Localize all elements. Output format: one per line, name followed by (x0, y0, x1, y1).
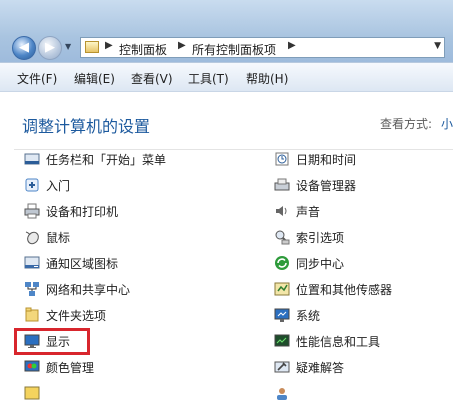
indexing-icon (274, 229, 290, 245)
item-label: 入门 (46, 178, 71, 193)
clock-icon (274, 151, 290, 167)
view-by-label: 查看方式: (380, 117, 433, 131)
item-date-time[interactable]: 日期和时间 (274, 149, 356, 169)
item-label: 性能信息和工具 (296, 334, 381, 349)
speaker-icon (274, 203, 290, 219)
item-devices-printers[interactable]: 设备和打印机 (24, 201, 118, 221)
window-title-bar: ◀ ▶ ▼ ▶ 控制面板 ▶ 所有控制面板项 ▶ ▼ (0, 0, 453, 62)
printer-icon (24, 203, 40, 219)
item-troubleshooting[interactable]: 疑难解答 (274, 357, 344, 377)
item-label: 日期和时间 (296, 152, 357, 167)
back-button[interactable]: ◀ (12, 36, 36, 60)
item-label: 声音 (296, 204, 321, 219)
getting-started-icon (24, 177, 40, 193)
address-bar[interactable]: ▶ 控制面板 ▶ 所有控制面板项 ▶ ▼ (80, 37, 445, 58)
address-dropdown-icon[interactable]: ▼ (434, 41, 441, 51)
item-label: 文件夹选项 (46, 308, 107, 323)
item-label: 系统 (296, 308, 321, 323)
item-device-manager[interactable]: 设备管理器 (274, 175, 356, 195)
network-icon (24, 281, 40, 297)
color-management-icon (24, 359, 40, 375)
item-taskbar-start-menu[interactable]: 任务栏和「开始」菜单 (24, 149, 166, 169)
control-panel-icon (85, 41, 99, 53)
menu-edit[interactable]: 编辑(E) (74, 70, 115, 87)
item-color-management[interactable]: 颜色管理 (24, 357, 94, 377)
sensor-icon (274, 281, 290, 297)
item-label: 鼠标 (46, 230, 71, 245)
mouse-icon (24, 229, 40, 245)
menu-help[interactable]: 帮助(H) (246, 70, 288, 87)
item-label: 通知区域图标 (46, 256, 119, 271)
item-partial-row[interactable] (274, 383, 296, 403)
breadcrumb-separator-icon[interactable]: ▶ (288, 40, 296, 51)
device-manager-icon (274, 177, 290, 193)
troubleshooting-icon (274, 359, 290, 375)
item-sync-center[interactable]: 同步中心 (274, 253, 344, 273)
forward-button[interactable]: ▶ (38, 36, 62, 60)
recent-pages-dropdown-icon[interactable]: ▼ (65, 42, 71, 51)
item-performance-info-tools[interactable]: 性能信息和工具 (274, 331, 380, 351)
item-system[interactable]: 系统 (274, 305, 320, 325)
back-arrow-icon: ◀ (19, 40, 29, 55)
item-indexing-options[interactable]: 索引选项 (274, 227, 344, 247)
item-label: 同步中心 (296, 256, 345, 271)
control-panel-content: 调整计算机的设置 查看方式: 小 任务栏和「开始」菜单 入门 设备和打印机 鼠标… (0, 92, 453, 412)
item-label: 疑难解答 (296, 360, 345, 375)
item-label: 网络和共享中心 (46, 282, 131, 297)
view-by-dropdown[interactable]: 小 (441, 115, 453, 132)
item-sound[interactable]: 声音 (274, 201, 320, 221)
item-partial-row[interactable] (24, 383, 46, 403)
performance-icon (274, 333, 290, 349)
item-label: 设备和打印机 (46, 204, 119, 219)
item-label: 索引选项 (296, 230, 345, 245)
item-location-sensors[interactable]: 位置和其他传感器 (274, 279, 392, 299)
item-label: 位置和其他传感器 (296, 282, 393, 297)
breadcrumb-all-items[interactable]: 所有控制面板项 (192, 41, 276, 58)
breadcrumb-separator-icon[interactable]: ▶ (178, 40, 186, 51)
item-mouse[interactable]: 鼠标 (24, 227, 70, 247)
folder-options-icon (24, 307, 40, 323)
item-label: 设备管理器 (296, 178, 357, 193)
forward-arrow-icon: ▶ (45, 40, 55, 55)
notification-icon (24, 255, 40, 271)
taskbar-icon (24, 151, 40, 167)
sync-icon (274, 255, 290, 271)
menu-tools[interactable]: 工具(T) (188, 70, 229, 87)
menu-view[interactable]: 查看(V) (131, 70, 173, 87)
menu-bar: 文件(F) 编辑(E) 查看(V) 工具(T) 帮助(H) (0, 62, 453, 92)
user-icon (274, 385, 290, 401)
system-icon (274, 307, 290, 323)
item-label: 任务栏和「开始」菜单 (46, 152, 167, 167)
breadcrumb-control-panel[interactable]: 控制面板 (119, 41, 167, 58)
item-getting-started[interactable]: 入门 (24, 175, 70, 195)
breadcrumb-separator-icon[interactable]: ▶ (105, 40, 113, 51)
item-folder-options[interactable]: 文件夹选项 (24, 305, 106, 325)
item-notification-area-icons[interactable]: 通知区域图标 (24, 253, 118, 273)
font-icon (24, 385, 40, 401)
display-highlight-box (14, 328, 90, 355)
item-label: 颜色管理 (46, 360, 95, 375)
item-network-sharing-center[interactable]: 网络和共享中心 (24, 279, 130, 299)
menu-file[interactable]: 文件(F) (17, 70, 57, 87)
page-title: 调整计算机的设置 (22, 117, 151, 136)
